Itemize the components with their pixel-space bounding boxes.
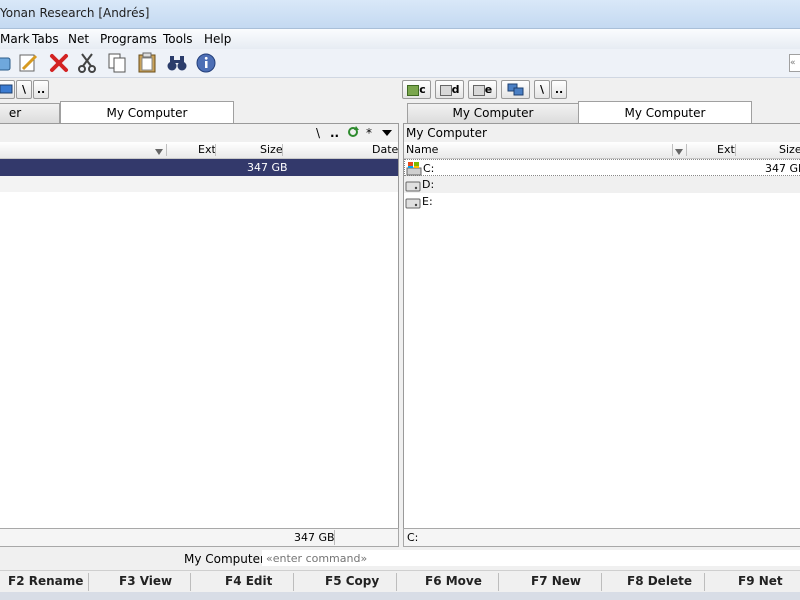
f5-copy-button[interactable]: F5 Copy — [325, 574, 379, 588]
right-path-text: My Computer — [406, 126, 487, 140]
edit-icon[interactable] — [17, 52, 39, 74]
drive-d-icon — [439, 84, 452, 96]
right-tab-my-computer[interactable]: My Computer — [578, 101, 752, 124]
left-file-panel: \ .. * Ext Size Date 347 GB — [0, 123, 399, 529]
menu-mark[interactable]: Mark — [0, 32, 30, 46]
list-item[interactable]: E: — [404, 193, 800, 210]
drive-icon[interactable] — [0, 52, 12, 74]
command-path-label: My Computer — [184, 552, 265, 566]
window-bottom-edge — [0, 592, 800, 600]
left-root-button[interactable]: \ — [16, 80, 32, 99]
drive-d-button[interactable]: d — [435, 80, 464, 99]
left-tab-1[interactable]: er — [0, 103, 60, 124]
toolbar: « — [0, 49, 800, 78]
right-col-size[interactable]: Size — [779, 142, 800, 158]
f6-move-button[interactable]: F6 Move — [425, 574, 482, 588]
left-col-ext[interactable]: Ext — [198, 142, 216, 158]
window-title: Yonan Research [Andrés] — [0, 6, 150, 20]
menu-bar: Mark Tabs Net Programs Tools Help — [0, 29, 800, 49]
left-row-size: 347 GB — [247, 161, 288, 174]
left-status-text: 347 GB — [294, 531, 335, 544]
f3-view-button[interactable]: F3 View — [119, 574, 172, 588]
drive-e-button[interactable]: e — [468, 80, 497, 99]
search-binoculars-icon[interactable] — [166, 52, 188, 74]
f4-edit-button[interactable]: F4 Edit — [225, 574, 272, 588]
drive-e-icon — [405, 194, 421, 214]
right-drive-bar: c d e \ .. — [402, 78, 800, 100]
left-parent-button[interactable]: .. — [33, 80, 49, 99]
left-tab-row: er My Computer — [0, 101, 400, 124]
left-column-header: Ext Size Date — [0, 142, 398, 159]
info-icon[interactable] — [195, 52, 217, 74]
right-tab-1[interactable]: My Computer — [407, 103, 579, 124]
title-bar: Yonan Research [Andrés] — [0, 0, 800, 29]
f2-rename-button[interactable]: F2 Rename — [8, 574, 83, 588]
right-row-name: E: — [422, 195, 433, 208]
right-status-text: C: — [407, 531, 419, 544]
menu-net[interactable]: Net — [68, 32, 89, 46]
menu-tabs[interactable]: Tabs — [32, 32, 59, 46]
menu-tools[interactable]: Tools — [163, 32, 193, 46]
network-icon — [507, 83, 523, 96]
drive-c-button[interactable]: c — [402, 80, 431, 99]
f7-new-button[interactable]: F7 New — [531, 574, 581, 588]
quick-command-box[interactable]: « — [789, 54, 800, 72]
left-col-date[interactable]: Date — [372, 142, 398, 158]
right-col-name[interactable]: Name — [406, 142, 438, 158]
right-col-ext[interactable]: Ext — [717, 142, 735, 158]
left-drive-bar: \ .. — [0, 78, 400, 100]
f9-net-button[interactable]: F9 Net — [738, 574, 783, 588]
right-row-name: D: — [422, 178, 435, 191]
right-parent-button[interactable]: .. — [551, 80, 567, 99]
right-column-header: Name Ext Size — [404, 142, 800, 159]
copy-icon[interactable] — [106, 52, 128, 74]
network-drive-button[interactable] — [501, 80, 530, 99]
right-status-bar: C: — [403, 528, 800, 547]
list-item — [0, 176, 398, 192]
left-status-bar: 347 GB — [0, 528, 399, 547]
delete-icon[interactable] — [48, 52, 70, 74]
menu-programs[interactable]: Programs — [100, 32, 157, 46]
left-col-size[interactable]: Size — [260, 142, 283, 158]
right-file-panel: My Computer Name Ext Size C: 347 GB D: E… — [403, 123, 800, 529]
right-tab-row: My Computer My Computer — [402, 101, 800, 124]
command-input[interactable] — [262, 550, 800, 566]
left-tab-my-computer[interactable]: My Computer — [60, 101, 234, 124]
list-item[interactable]: D: — [404, 176, 800, 193]
left-root-tool[interactable]: \ — [316, 124, 320, 142]
command-line: My Computer — [0, 548, 800, 570]
function-key-bar: F2 Rename F3 View F4 Edit F5 Copy F6 Mov… — [0, 570, 800, 593]
filter-icon[interactable]: * — [366, 124, 372, 142]
list-item[interactable]: 347 GB — [0, 159, 398, 176]
drive-e-icon — [472, 84, 485, 96]
paste-icon[interactable] — [136, 52, 158, 74]
drive-c-icon — [407, 84, 420, 96]
right-row-name: C: — [423, 162, 435, 175]
cut-icon[interactable] — [76, 52, 98, 74]
left-drive-button[interactable] — [0, 80, 15, 99]
right-row-size: 347 GB — [765, 162, 800, 175]
f8-delete-button[interactable]: F8 Delete — [627, 574, 692, 588]
left-parent-tool[interactable]: .. — [330, 124, 339, 142]
left-path-bar: \ .. * — [0, 124, 398, 143]
right-root-button[interactable]: \ — [534, 80, 550, 99]
list-item[interactable]: C: 347 GB — [404, 159, 800, 176]
menu-help[interactable]: Help — [204, 32, 231, 46]
right-path-bar: My Computer — [404, 124, 800, 143]
